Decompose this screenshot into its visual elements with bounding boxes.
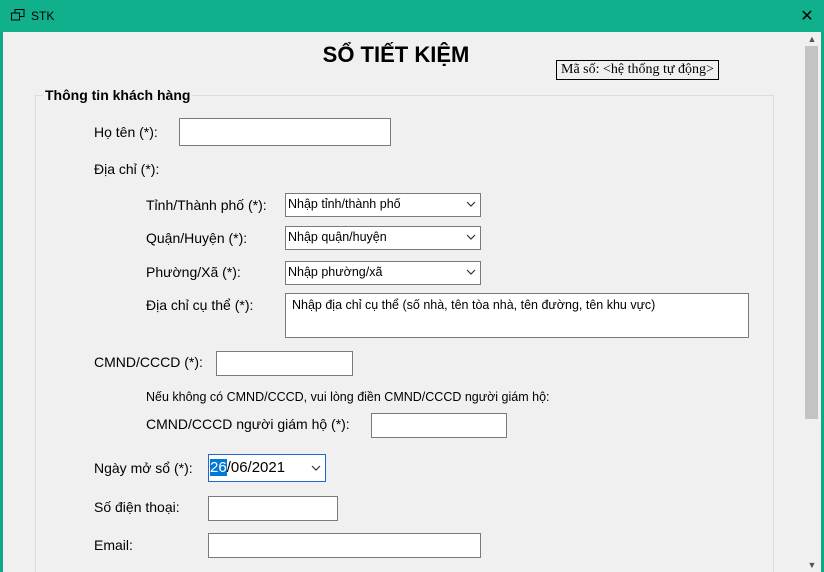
title-bar: STK ✕ [0, 0, 824, 32]
full-name-input[interactable] [179, 118, 391, 146]
email-label: Email: [94, 537, 133, 553]
vertical-scrollbar[interactable]: ▲ ▼ [803, 32, 821, 572]
form-client-area: SỔ TIẾT KIỆM Mã số: <hệ thống tự động> T… [3, 32, 821, 572]
scroll-down-icon[interactable]: ▼ [803, 558, 821, 572]
scrollbar-thumb[interactable] [805, 46, 818, 419]
guardian-note: Nếu không có CMND/CCCD, vui lòng điền CM… [146, 390, 550, 404]
account-code-label: Mã số: <hệ thống tự động> [556, 60, 719, 80]
province-select-value: Nhập tỉnh/thành phố [288, 197, 401, 211]
chevron-down-icon [311, 465, 321, 471]
chevron-down-icon [466, 201, 476, 207]
open-date-picker[interactable]: 26/06/2021 [208, 454, 326, 482]
province-label: Tỉnh/Thành phố (*): [146, 197, 267, 213]
open-date-day-selected: 26 [210, 459, 227, 476]
open-date-rest: /06/2021 [226, 459, 286, 476]
phone-label: Số điện thoại: [94, 499, 180, 515]
ward-label: Phường/Xã (*): [146, 264, 241, 280]
close-icon: ✕ [800, 8, 814, 25]
detail-address-label: Địa chỉ cụ thể (*): [146, 297, 254, 313]
full-name-label: Họ tên (*): [94, 124, 158, 140]
guardian-id-label: CMND/CCCD người giám hộ (*): [146, 416, 350, 432]
scroll-up-icon[interactable]: ▲ [803, 32, 821, 46]
app-window-icon [11, 9, 25, 21]
ward-select-value: Nhập phường/xã [288, 265, 383, 279]
guardian-id-input[interactable] [371, 413, 507, 438]
district-label: Quận/Huyện (*): [146, 230, 248, 246]
window-title: STK [31, 9, 55, 23]
district-select-value: Nhập quận/huyện [288, 230, 387, 244]
address-label: Địa chỉ (*): [94, 161, 160, 177]
detail-address-textarea[interactable]: Nhập địa chỉ cụ thể (số nhà, tên tòa nhà… [285, 293, 749, 338]
id-card-input[interactable] [216, 351, 353, 376]
email-input[interactable] [208, 533, 481, 558]
chevron-down-icon [466, 234, 476, 240]
phone-input[interactable] [208, 496, 338, 521]
chevron-down-icon [466, 269, 476, 275]
open-date-label: Ngày mở sổ (*): [94, 460, 193, 476]
district-select[interactable]: Nhập quận/huyện [285, 226, 481, 250]
customer-info-group-title: Thông tin khách hàng [43, 87, 193, 103]
ward-select[interactable]: Nhập phường/xã [285, 261, 481, 285]
close-button[interactable]: ✕ [790, 0, 824, 32]
id-card-label: CMND/CCCD (*): [94, 354, 203, 370]
province-select[interactable]: Nhập tỉnh/thành phố [285, 193, 481, 217]
